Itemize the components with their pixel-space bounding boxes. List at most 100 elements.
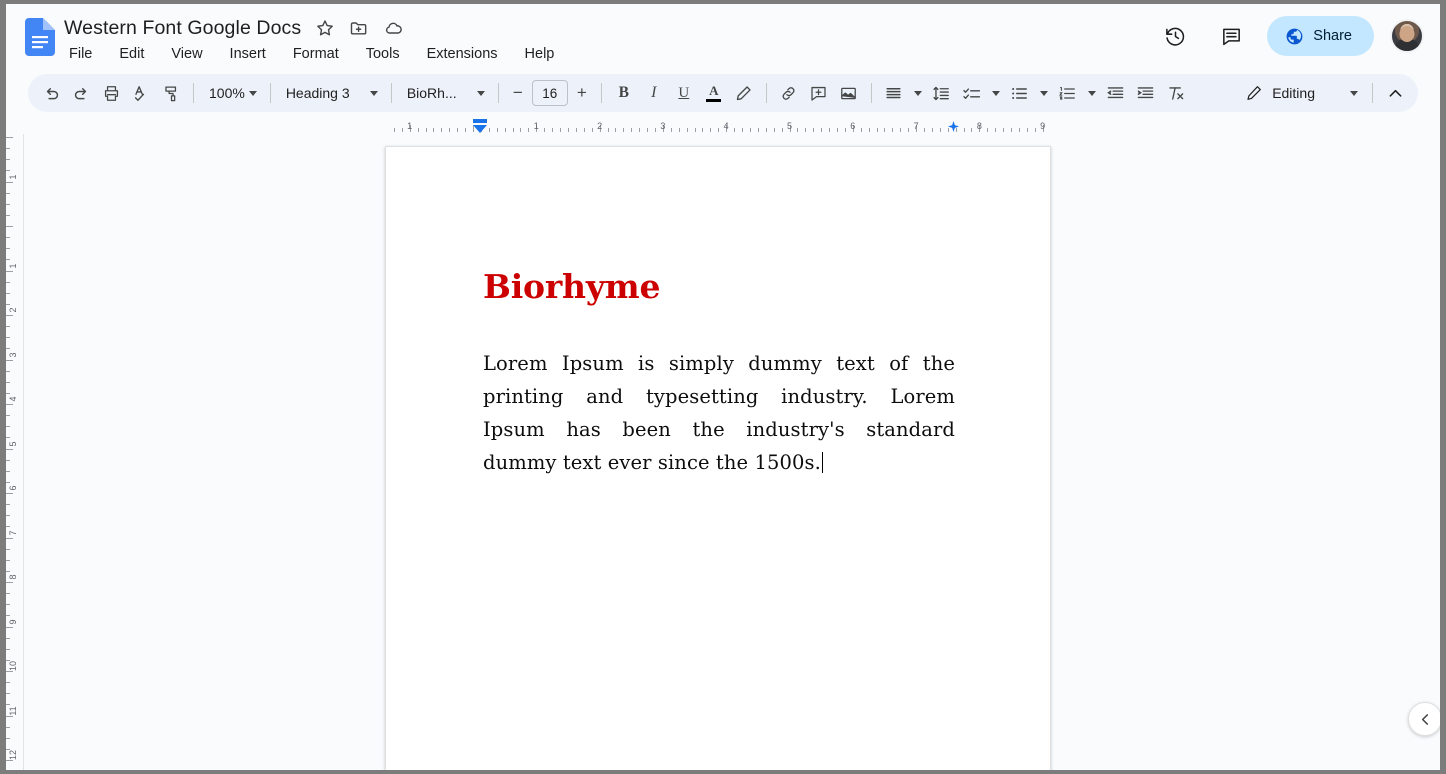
- paragraph-style-value: Heading 3: [285, 85, 350, 101]
- ruler-tick: [6, 648, 10, 650]
- ruler-tick: [6, 459, 10, 461]
- ruler-tick: [765, 128, 767, 132]
- numbered-list-dropdown-caret[interactable]: [1083, 78, 1101, 108]
- ruler-tick: [6, 248, 10, 250]
- menu-help[interactable]: Help: [522, 43, 558, 65]
- ruler-tick: [654, 128, 656, 132]
- align-icon[interactable]: [879, 78, 909, 108]
- ruler-tick: [6, 626, 13, 628]
- print-icon[interactable]: [96, 78, 126, 108]
- menu-view[interactable]: View: [168, 43, 205, 65]
- bulleted-list-dropdown-caret[interactable]: [1035, 78, 1053, 108]
- increase-indent-icon[interactable]: [1131, 78, 1161, 108]
- first-line-indent-marker[interactable]: [473, 119, 487, 123]
- font-family-dropdown[interactable]: BioRh...: [399, 78, 491, 108]
- toolbar-divider: [269, 83, 271, 103]
- ruler-tick: [1003, 128, 1005, 132]
- menu-extensions[interactable]: Extensions: [424, 43, 501, 65]
- ruler-tick: [710, 128, 712, 132]
- italic-button[interactable]: I: [639, 78, 669, 108]
- font-size-input[interactable]: [531, 80, 568, 106]
- ruler-tick: [939, 128, 941, 132]
- highlight-pen-icon[interactable]: [729, 78, 759, 108]
- ruler-tick: [670, 128, 672, 132]
- add-comment-icon[interactable]: [804, 78, 834, 108]
- ruler-tick: [6, 615, 10, 617]
- ruler-number: 2: [8, 307, 18, 313]
- document-heading[interactable]: Biorhyme: [483, 267, 955, 307]
- document-canvas[interactable]: Biorhyme Lorem Ipsum is simply dummy tex…: [25, 134, 1440, 770]
- menu-insert[interactable]: Insert: [227, 43, 269, 65]
- ruler-tick: [6, 381, 10, 383]
- clear-formatting-icon[interactable]: [1161, 78, 1191, 108]
- ruler-tick: [425, 128, 427, 132]
- increase-font-size-button[interactable]: +: [570, 80, 594, 106]
- ruler-tick: [567, 128, 569, 132]
- share-button[interactable]: Share: [1267, 16, 1374, 56]
- undo-icon[interactable]: [36, 78, 66, 108]
- menu-format[interactable]: Format: [290, 43, 342, 65]
- line-spacing-icon[interactable]: [927, 78, 957, 108]
- decrease-indent-icon[interactable]: [1101, 78, 1131, 108]
- spellcheck-icon[interactable]: [126, 78, 156, 108]
- ruler-tick: [900, 128, 902, 132]
- ruler-tick: [1026, 128, 1028, 132]
- ruler-tick: [6, 515, 10, 517]
- app-inner: Western Font Google Docs File Edit View …: [6, 4, 1440, 770]
- ruler-tick: [457, 128, 459, 132]
- align-dropdown-caret[interactable]: [909, 78, 927, 108]
- cloud-saved-icon[interactable]: [383, 18, 403, 38]
- pencil-icon: [1245, 84, 1263, 102]
- ruler-tick: [6, 137, 13, 138]
- text-color-button[interactable]: A: [699, 78, 729, 108]
- google-docs-logo-icon: [25, 18, 55, 56]
- ruler-number: 9: [1040, 121, 1046, 131]
- ruler-tick: [773, 128, 775, 132]
- document-title[interactable]: Western Font Google Docs: [64, 16, 301, 40]
- menu-file[interactable]: File: [66, 43, 95, 65]
- ruler-tick: [6, 292, 10, 294]
- paint-format-icon[interactable]: [156, 78, 186, 108]
- star-icon[interactable]: [315, 18, 335, 38]
- insert-image-icon[interactable]: [834, 78, 864, 108]
- ruler-tick: [647, 128, 649, 132]
- ruler-tick: [6, 326, 10, 328]
- menu-edit[interactable]: Edit: [116, 43, 147, 65]
- left-indent-marker[interactable]: [473, 125, 487, 133]
- horizontal-ruler[interactable]: 1 1 2 3 4 5 6 7 8 9: [6, 116, 1440, 134]
- bold-button[interactable]: B: [609, 78, 639, 108]
- bulleted-list-icon[interactable]: [1005, 78, 1035, 108]
- numbered-list-icon[interactable]: [1053, 78, 1083, 108]
- document-page[interactable]: Biorhyme Lorem Ipsum is simply dummy tex…: [385, 146, 1051, 770]
- ruler-tick: [528, 128, 530, 132]
- ruler-tick: [544, 128, 546, 132]
- user-avatar[interactable]: [1390, 19, 1424, 53]
- menu-tools[interactable]: Tools: [363, 43, 403, 65]
- version-history-icon[interactable]: [1155, 16, 1195, 56]
- insert-link-icon[interactable]: [774, 78, 804, 108]
- ruler-tick: [6, 559, 10, 561]
- checklist-dropdown-caret[interactable]: [987, 78, 1005, 108]
- redo-icon[interactable]: [66, 78, 96, 108]
- editing-mode-button[interactable]: Editing: [1237, 78, 1365, 108]
- ruler-tick: [6, 426, 10, 428]
- zoom-dropdown[interactable]: 100%: [201, 78, 263, 108]
- ruler-number: 3: [660, 121, 666, 131]
- zoom-value: 100%: [209, 85, 245, 101]
- side-panel-expand-button[interactable]: [1408, 702, 1440, 736]
- document-paragraph[interactable]: Lorem Ipsum is simply dummy text of the …: [483, 347, 955, 479]
- collapse-toolbar-icon[interactable]: [1380, 78, 1410, 108]
- horizontal-ruler-track[interactable]: 1 1 2 3 4 5 6 7 8 9: [385, 116, 1052, 134]
- text-color-letter: A: [709, 82, 719, 98]
- move-to-folder-icon[interactable]: [349, 18, 369, 38]
- checklist-icon[interactable]: [957, 78, 987, 108]
- page-content[interactable]: Biorhyme Lorem Ipsum is simply dummy tex…: [483, 267, 955, 479]
- decrease-font-size-button[interactable]: −: [506, 80, 530, 106]
- underline-button[interactable]: U: [669, 78, 699, 108]
- comment-history-icon[interactable]: [1211, 16, 1251, 56]
- ruler-tick: [6, 170, 10, 172]
- vertical-ruler[interactable]: 1 1 2 3 4 5 6 7 8 9 10 11 12: [6, 134, 24, 770]
- ruler-tick: [947, 128, 949, 132]
- paragraph-style-dropdown[interactable]: Heading 3: [278, 78, 384, 108]
- ruler-tick: [6, 582, 13, 583]
